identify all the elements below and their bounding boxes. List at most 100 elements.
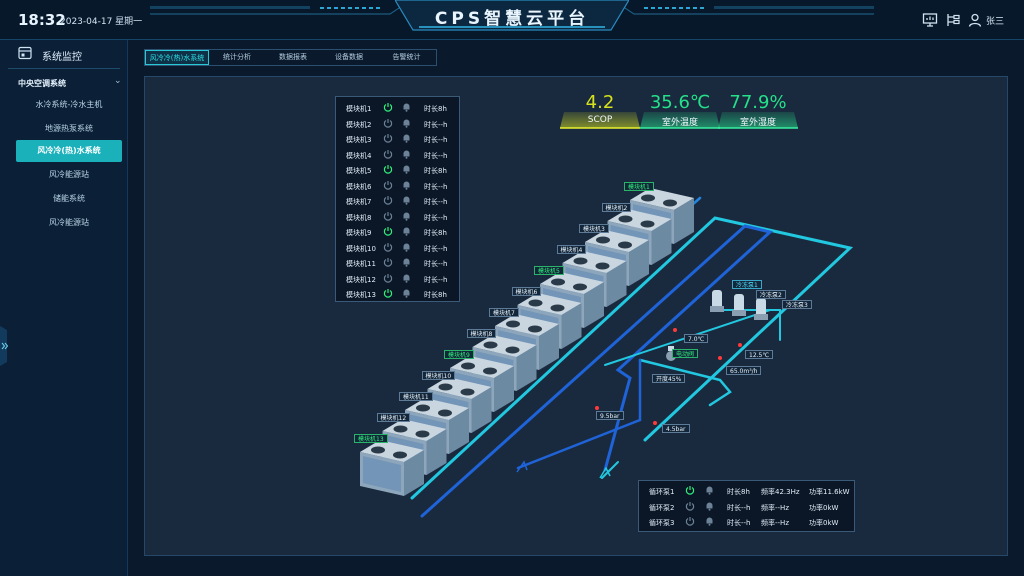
power-icon bbox=[685, 501, 695, 511]
bell-icon bbox=[706, 517, 713, 526]
chevron-down-icon[interactable]: ⌄ bbox=[114, 76, 122, 86]
tab-device-data[interactable]: 设备数据 bbox=[321, 50, 377, 65]
sidebar-item-air-cooled-energy-station[interactable]: 风冷能源站 bbox=[16, 164, 122, 186]
pump-duration: 时长--h bbox=[727, 503, 751, 512]
unit-tag[interactable]: 模块机10 bbox=[421, 371, 456, 380]
return-temp-reading: 12.5℃ bbox=[745, 350, 774, 359]
power-icon bbox=[383, 118, 393, 128]
pump-power: 功率0kW bbox=[809, 519, 839, 527]
bell-icon bbox=[403, 134, 410, 143]
sidebar-item-ground-source-heat-pump[interactable]: 地源热泵系统 bbox=[16, 118, 122, 140]
pump-power: 功率0kW bbox=[809, 503, 839, 512]
chiller-plant-scene: 模块机1 模块机2 模块机3 模块机4 模块机5 模块机6 模块机7 模块机8 模块机9 模块机1… bbox=[300, 170, 860, 530]
flow-reading: 65.0m³/h bbox=[726, 366, 762, 375]
monitor-icon[interactable] bbox=[922, 12, 938, 28]
header-left-decoration bbox=[150, 1, 409, 15]
system-monitor-icon bbox=[18, 46, 32, 60]
sidebar-item-air-cooled-energy-station-2[interactable]: 风冷能源站 bbox=[16, 212, 122, 234]
pump-row[interactable]: 循环泵2 时长--h 频率--Hz 功率0kW bbox=[639, 500, 856, 515]
pump-tag-3[interactable]: 冷冻泵3 bbox=[782, 300, 812, 309]
main-tabs: 风冷冷(热)水系统 统计分析 数据报表 设备数据 告警统计 bbox=[144, 49, 437, 66]
pump-frequency: 频率42.3Hz bbox=[761, 488, 800, 496]
clock-time: 18:32 bbox=[18, 11, 66, 29]
unit-tag[interactable]: 模块机6 bbox=[511, 287, 542, 296]
pressure-reading-2: 4.5bar bbox=[662, 424, 690, 433]
power-icon bbox=[383, 134, 393, 143]
unit-name: 模块机4 bbox=[346, 151, 372, 160]
unit-tag[interactable]: 模块机2 bbox=[601, 203, 632, 212]
tab-alarm-statistics[interactable]: 告警统计 bbox=[377, 50, 436, 65]
valve-opening: 开度45% bbox=[652, 374, 686, 383]
power-icon bbox=[383, 103, 393, 112]
kpi-outdoor-temp-value: 35.6℃ bbox=[649, 92, 711, 113]
user-icon[interactable] bbox=[967, 12, 983, 28]
bell-icon bbox=[403, 119, 410, 128]
unit-tag[interactable]: 模块机5 bbox=[534, 266, 564, 275]
unit-row[interactable]: 模块机3 时长--h bbox=[336, 132, 461, 147]
kpi-outdoor-temp-label: 室外温度 bbox=[661, 118, 698, 128]
unit-name: 模块机2 bbox=[346, 120, 372, 129]
tab-data-report[interactable]: 数据报表 bbox=[265, 50, 321, 65]
tab-statistics[interactable]: 统计分析 bbox=[209, 50, 265, 65]
unit-tag[interactable]: 模块机13 bbox=[354, 434, 388, 443]
kpi-scop-label: SCOP bbox=[587, 115, 613, 125]
unit-name: 模块机1 bbox=[346, 105, 372, 113]
sidebar-group-central-ac[interactable]: 中央空调系统 bbox=[18, 78, 66, 89]
app-title: CPS智慧云平台 bbox=[434, 9, 590, 29]
unit-duration: 时长8h bbox=[424, 105, 447, 113]
sidebar: 系统监控 中央空调系统 ⌄ 水冷系统-冷水主机 地源热泵系统 风冷冷(热)水系统… bbox=[0, 40, 128, 576]
pump-status-list: 循环泵1 时长8h 频率42.3Hz 功率11.6kW 循环泵2 时长--h 频率--Hz 功… bbox=[638, 480, 855, 532]
hierarchy-icon[interactable] bbox=[945, 12, 961, 28]
power-icon bbox=[383, 149, 393, 159]
pump-frequency: 频率--Hz bbox=[761, 519, 789, 527]
unit-tag[interactable]: 模块机4 bbox=[556, 245, 587, 254]
unit-tag[interactable]: 模块机12 bbox=[376, 413, 411, 422]
bell-icon bbox=[706, 502, 713, 511]
clock-date: 2023-04-17 星期一 bbox=[60, 17, 143, 27]
supply-temp-reading: 7.0℃ bbox=[684, 334, 709, 343]
bell-icon bbox=[403, 103, 410, 112]
pump-frequency: 频率--Hz bbox=[761, 503, 789, 512]
unit-tag[interactable]: 模块机3 bbox=[579, 224, 609, 233]
user-name[interactable]: 张三 bbox=[986, 14, 1004, 27]
power-icon bbox=[685, 486, 695, 495]
bell-icon bbox=[706, 486, 713, 495]
sidebar-item-energy-storage[interactable]: 储能系统 bbox=[16, 188, 122, 210]
sidebar-expand-handle[interactable] bbox=[0, 326, 10, 366]
unit-row[interactable]: 模块机2 时长--h bbox=[336, 117, 461, 132]
pump-name: 循环泵3 bbox=[649, 519, 675, 527]
unit-duration: 时长--h bbox=[424, 120, 448, 129]
pump-duration: 时长8h bbox=[727, 488, 750, 496]
top-header: 18:32 2023-04-17 星期一 CPS智慧云平台 张三 bbox=[0, 0, 1024, 40]
unit-tag[interactable]: 模块机11 bbox=[399, 392, 433, 401]
unit-tag[interactable]: 模块机8 bbox=[466, 329, 497, 338]
pump-name: 循环泵2 bbox=[649, 503, 675, 512]
unit-duration: 时长--h bbox=[424, 151, 448, 160]
pump-tag-1[interactable]: 冷冻泵1 bbox=[732, 280, 762, 289]
valve-tag[interactable]: 电动阀 bbox=[672, 349, 699, 358]
power-icon bbox=[685, 517, 695, 526]
sidebar-divider bbox=[8, 68, 120, 69]
tab-air-cooled-system[interactable]: 风冷冷(热)水系统 bbox=[145, 50, 209, 65]
sidebar-header: 系统监控 bbox=[0, 40, 128, 68]
pump-duration: 时长--h bbox=[727, 519, 751, 527]
chiller-unit bbox=[360, 440, 424, 496]
unit-tag[interactable]: 模块机9 bbox=[444, 350, 474, 359]
unit-tag[interactable]: 模块机7 bbox=[489, 308, 519, 317]
kpi-scop-value: 4.2 bbox=[585, 92, 615, 113]
sidebar-item-water-chiller[interactable]: 水冷系统-冷水主机 bbox=[16, 94, 122, 116]
flow-arrows bbox=[516, 460, 611, 479]
pump-tag-2[interactable]: 冷冻泵2 bbox=[756, 290, 786, 299]
unit-row[interactable]: 模块机1 时长8h bbox=[336, 101, 461, 116]
sidebar-title: 系统监控 bbox=[42, 52, 82, 63]
unit-row[interactable]: 模块机4 时长--h bbox=[336, 148, 461, 163]
pump-power: 功率11.6kW bbox=[809, 488, 850, 496]
pump-row[interactable]: 循环泵3 时长--h 频率--Hz 功率0kW bbox=[639, 515, 856, 530]
sidebar-item-air-cooled-water-system[interactable]: 风冷冷(热)水系统 bbox=[16, 140, 122, 162]
kpi-outdoor-humidity-label: 室外湿度 bbox=[739, 118, 776, 128]
chiller-units bbox=[360, 188, 694, 496]
unit-tag[interactable]: 模块机1 bbox=[624, 182, 654, 191]
header-right-decoration bbox=[615, 1, 874, 15]
pump-row[interactable]: 循环泵1 时长8h 频率42.3Hz 功率11.6kW bbox=[639, 484, 856, 499]
kpi-outdoor-humidity: 77.9% 室外湿度 bbox=[718, 92, 798, 132]
